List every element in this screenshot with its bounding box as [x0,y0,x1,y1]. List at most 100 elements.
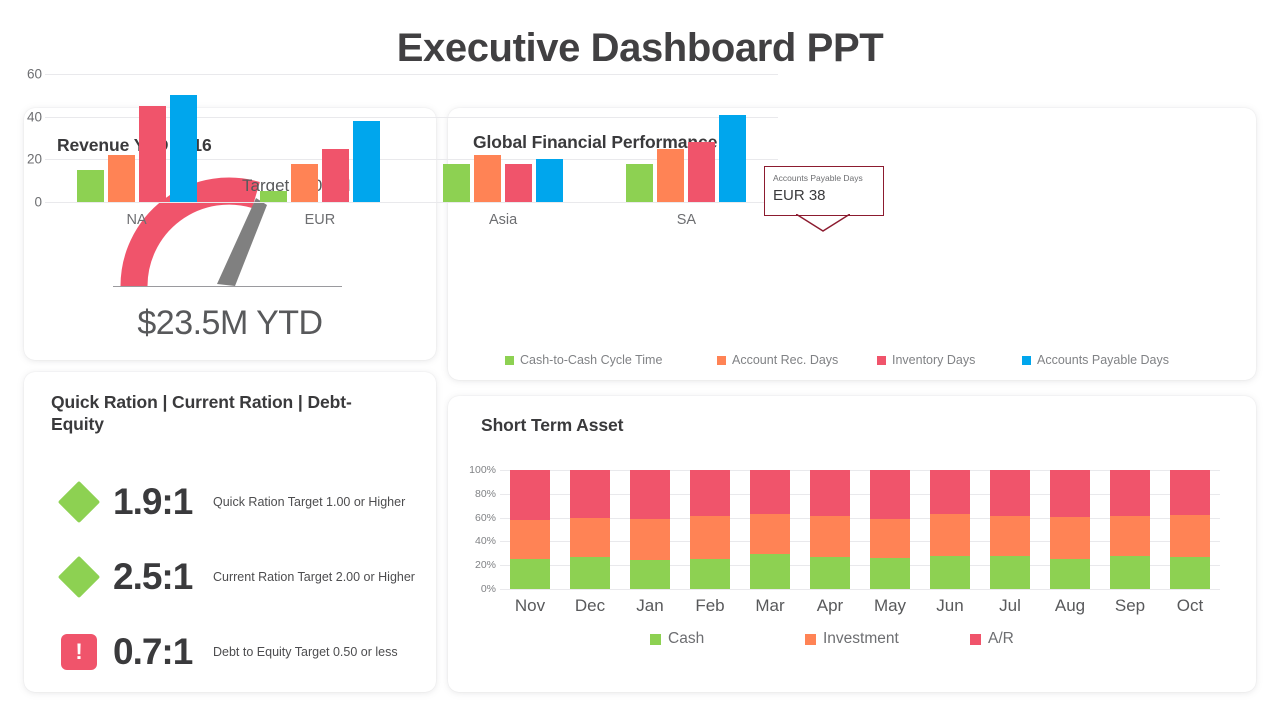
gfp-bar [443,163,471,202]
sta-stack [1170,470,1210,589]
gfp-legend: Cash-to-Cash Cycle Time Account Rec. Days… [505,353,1205,367]
sta-segment [870,470,910,519]
sta-stack [810,470,850,589]
gfp-bar [626,163,654,202]
list-item: 1.9:1 Quick Ration Target 1.00 or Higher [51,464,436,539]
gfp-bar [719,114,747,202]
sta-segment [810,515,850,558]
gfp-bar [290,163,318,202]
sta-x-tick-label: Oct [1176,596,1204,615]
sta-x-tick-label: May [873,596,907,615]
diamond-icon [57,480,101,523]
sta-plot-area [500,470,1220,590]
gfp-bar [169,95,197,202]
sta-bar-column [620,470,680,589]
sta-card-title: Short Term Asset [481,415,624,435]
legend-swatch [717,355,726,365]
sta-x-tick-label: Dec [574,596,606,615]
callout-value: EUR 38 [773,187,826,204]
gfp-bar-groups [45,74,778,202]
sta-bar-columns [500,470,1220,589]
gfp-bar [321,148,349,202]
sta-segment [870,518,910,559]
sta-x-tick-label: Jun [936,596,964,615]
gfp-bar [138,106,166,202]
sta-y-tick-label: 0% [480,583,496,595]
ratio-description: Current Ration Target 2.00 or Higher [213,569,415,584]
ratios-card: Quick Ration | Current Ration | Debt-Equ… [24,372,436,692]
legend-label: Inventory Days [892,353,976,367]
sta-segment [750,554,790,589]
legend-item: Cash-to-Cash Cycle Time [505,353,717,367]
sta-segment [630,518,670,560]
gfp-bar [107,155,135,202]
sta-segment [1170,470,1210,516]
sta-y-tick-label: 100% [469,464,496,476]
ratios-card-title: Quick Ration | Current Ration | Debt-Equ… [51,392,352,434]
list-item: ! 0.7:1 Debt to Equity Target 0.50 or le… [51,614,436,689]
legend-item: Cash [650,630,805,648]
sta-bar-column [500,470,560,589]
gfp-bar-group [595,74,778,202]
legend-swatch [505,355,514,365]
ratio-description: Quick Ration Target 1.00 or Higher [213,494,406,509]
sta-segment [690,470,730,516]
sta-segment [690,515,730,560]
gfp-bar [657,148,685,202]
gfp-y-tick-label: 60 [26,66,42,82]
sta-segment [1170,556,1210,589]
gfp-y-tick-label: 0 [34,194,42,210]
legend-label: Accounts Payable Days [1037,353,1170,367]
gfp-bar [688,142,716,202]
legend-label: Account Rec. Days [732,353,839,367]
sta-segment [1050,517,1090,559]
sta-x-tick-label: Feb [695,596,725,615]
ratio-value: 0.7:1 [113,630,193,672]
gfp-y-tick-label: 20 [26,151,42,167]
ratio-status-icon-box [51,555,107,598]
sta-y-tick-label: 60% [474,511,496,524]
sta-segment [630,470,670,519]
sta-x-tick-label: Nov [514,596,546,615]
revenue-value: $23.5M YTD [137,304,323,342]
gfp-bar [505,163,533,202]
sta-segment [1050,558,1090,589]
ratio-list: 1.9:1 Quick Ration Target 1.00 or Higher… [51,464,436,689]
ratio-value: 2.5:1 [113,555,193,597]
sta-segment [1110,470,1150,516]
sta-segment [570,470,610,518]
sta-legend: Cash Investment A/R [650,630,1070,648]
callout-label: Accounts Payable Days [773,173,863,183]
sta-x-tick-label: Mar [755,596,785,615]
sta-segment [570,517,610,557]
gfp-bar-group [45,74,228,202]
gfp-bar [76,170,104,202]
diamond-icon [57,555,101,598]
sta-segment [930,514,970,556]
ratio-description: Debt to Equity Target 0.50 or less [213,644,398,659]
sta-segment [1110,556,1150,589]
sta-bar-column [1160,470,1220,589]
legend-swatch [970,633,981,645]
sta-y-axis: 0% 20% 40% 60% 80% 100% [460,464,496,595]
sta-bar-column [860,470,920,589]
sta-segment [1110,515,1150,557]
sta-bar-column [740,470,800,589]
sta-bar-column [920,470,980,589]
legend-item: Account Rec. Days [717,353,877,367]
sta-segment [990,555,1030,589]
sta-bar-column [800,470,860,589]
gfp-plot-area [45,74,778,203]
sta-segment [810,557,850,589]
legend-label: Cash [668,630,705,647]
gfp-x-tick-label: SA [676,212,697,228]
gfp-gridline [45,202,778,203]
sta-stack [750,470,790,589]
sta-x-tick-label: Jan [636,596,664,615]
gfp-bar [259,191,287,202]
sta-stack [510,470,550,589]
sta-segment [870,558,910,589]
gfp-tooltip-callout: Accounts Payable Days EUR 38 [764,166,884,216]
sta-segment [750,514,790,555]
callout-pointer-icon [796,214,850,232]
